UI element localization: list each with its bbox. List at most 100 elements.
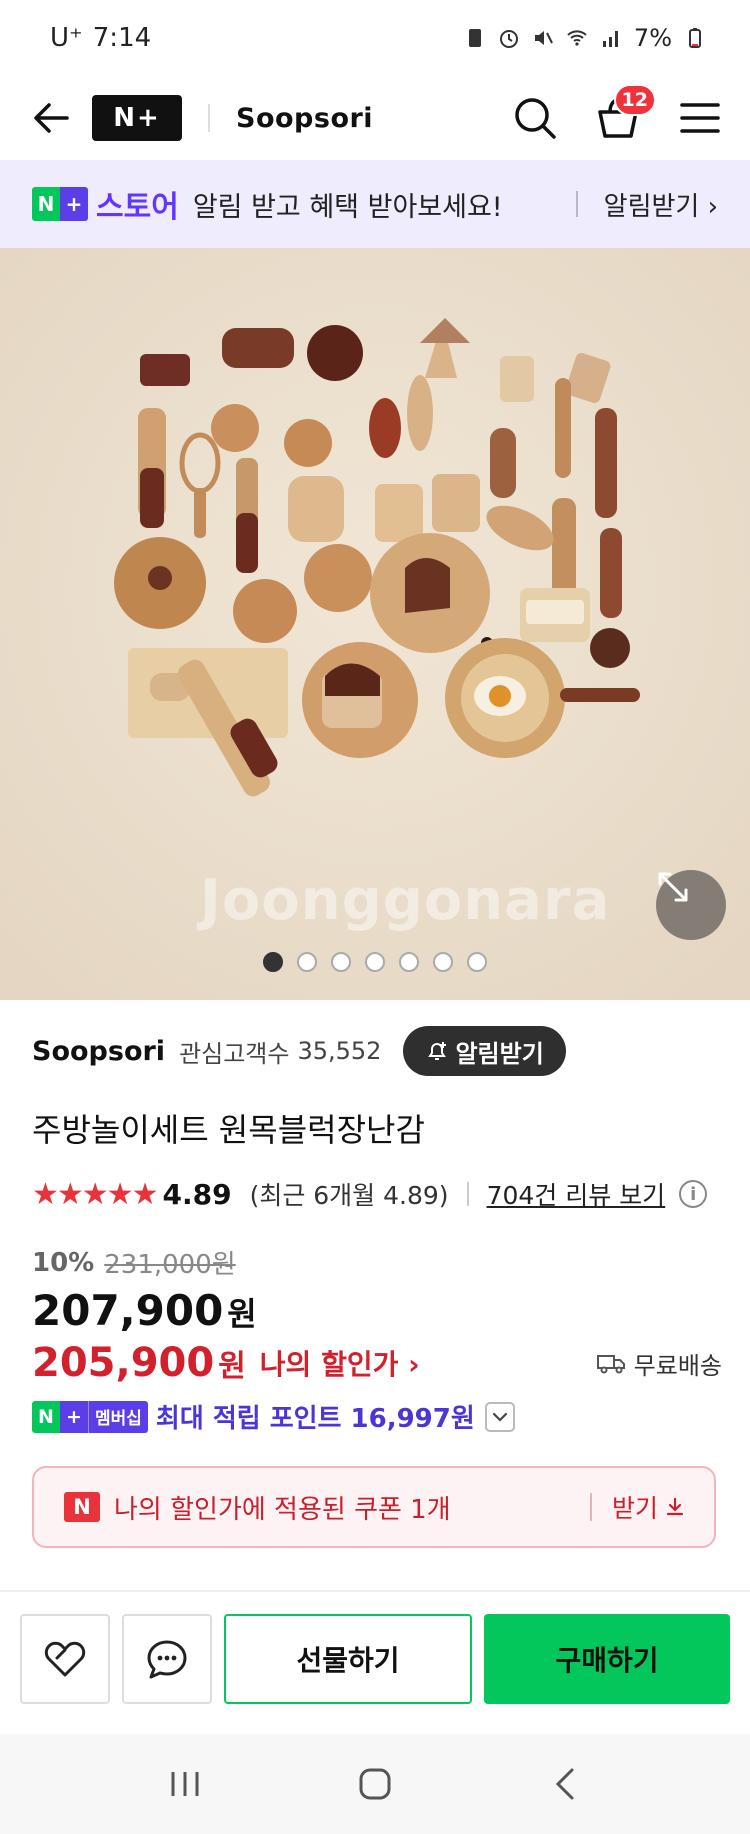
member-chip-n: N xyxy=(32,1400,60,1433)
member-chip-label: 멤버십 xyxy=(88,1400,148,1433)
gallery-dot[interactable] xyxy=(331,952,351,972)
talk-button[interactable] xyxy=(122,1614,212,1704)
gallery-dot[interactable] xyxy=(433,952,453,972)
coupon-divider xyxy=(589,1493,592,1521)
store-name[interactable]: Soopsori xyxy=(236,103,373,134)
sale-price: 207,900 원 xyxy=(32,1286,257,1335)
naver-plus-store-chip: N + xyxy=(32,187,88,221)
coupon-download-label: 받기 xyxy=(611,1494,658,1523)
gallery-dot[interactable] xyxy=(263,952,283,972)
shipping-label: 무료배송 xyxy=(633,1351,722,1380)
original-price-row: 10% 231,000원 xyxy=(32,1244,236,1281)
status-bar: U⁺ 7:14 7% xyxy=(0,0,750,76)
shipping-info: 무료배송 xyxy=(596,1346,722,1381)
banner-subscribe-link[interactable]: 알림받기 › xyxy=(604,186,718,223)
coupon-text: 나의 할인가에 적용된 쿠폰 1개 xyxy=(114,1494,451,1525)
rating-value: 4.89 xyxy=(162,1177,232,1211)
coupon-box[interactable]: N 나의 할인가에 적용된 쿠폰 1개 받기 xyxy=(32,1466,716,1548)
product-title: 주방놀이세트 원목블럭장난감 xyxy=(32,1111,425,1149)
rating-row: ★★★★★ 4.89 (최근 6개월 4.89) 704건 리뷰 보기 i xyxy=(32,1172,722,1216)
banner-divider xyxy=(575,191,578,217)
cart-button[interactable]: 12 xyxy=(592,84,656,144)
battery-percent: 7% xyxy=(633,24,672,52)
chevron-down-icon xyxy=(492,1412,507,1422)
wifi-icon xyxy=(567,30,587,46)
mute-icon xyxy=(534,31,553,45)
sale-price-currency: 원 xyxy=(227,1295,257,1333)
carrier-time: U⁺ 7:14 xyxy=(50,23,151,53)
points-row: N + 멤버십 최대 적립 포인트 16,997원 xyxy=(32,1398,515,1435)
seller-alarm-button[interactable]: 알림받기 xyxy=(403,1026,566,1076)
my-price-row: 205,900 원 나의 할인가 › 무료배송 xyxy=(32,1340,722,1386)
coupon-right: 받기 xyxy=(589,1489,686,1525)
alarm-button-label: 알림받기 xyxy=(455,1039,544,1068)
buy-button[interactable]: 구매하기 xyxy=(484,1614,730,1704)
status-icons: 7% xyxy=(464,24,706,52)
heart-icon xyxy=(44,1641,86,1677)
back-button[interactable] xyxy=(28,95,74,141)
header-divider xyxy=(208,104,210,132)
home-icon xyxy=(359,1768,391,1800)
chip-n: N xyxy=(32,187,60,221)
seller-row: Soopsori 관심고객수 35,552 알림받기 xyxy=(32,1024,722,1078)
naver-n-badge: N xyxy=(64,1492,100,1522)
naver-plus-logo[interactable]: N+ xyxy=(92,95,182,141)
back-arrow-icon xyxy=(34,103,69,133)
rating-divider xyxy=(466,1182,469,1206)
my-discount-price: 205,900 원 xyxy=(32,1340,246,1386)
carrier-label: U⁺ xyxy=(50,23,83,53)
image-watermark: Joonggonara xyxy=(200,868,611,933)
store-notify-banner: N + 스토어 알림 받고 혜택 받아보세요! 알림받기 › xyxy=(0,160,750,248)
clock: 7:14 xyxy=(92,23,152,53)
system-navigation-bar xyxy=(0,1734,750,1834)
expand-icon xyxy=(658,872,688,902)
alarm-icon xyxy=(499,30,518,48)
my-price-value: 205,900 xyxy=(32,1340,215,1386)
purchase-action-bar: 선물하기 구매하기 xyxy=(0,1592,750,1726)
points-expand-button[interactable] xyxy=(484,1401,515,1432)
wishlist-button[interactable] xyxy=(20,1614,110,1704)
gift-button[interactable]: 선물하기 xyxy=(224,1614,472,1704)
download-icon xyxy=(666,1497,684,1516)
membership-chip: N + 멤버십 xyxy=(32,1400,148,1433)
banner-right: 알림받기 › xyxy=(575,186,718,223)
store-word: 스토어 xyxy=(96,190,179,225)
truck-icon xyxy=(596,1355,625,1374)
header-actions: 12 xyxy=(512,84,722,144)
info-icon[interactable]: i xyxy=(679,1180,708,1208)
rating-stars: ★★★★★ xyxy=(32,1176,158,1212)
battery-icon xyxy=(689,28,701,48)
my-price-link[interactable]: 나의 할인가 › xyxy=(260,1343,420,1383)
sale-price-value: 207,900 xyxy=(32,1286,224,1335)
gallery-pagination xyxy=(0,952,750,972)
gallery-dot[interactable] xyxy=(365,952,385,972)
original-price: 231,000원 xyxy=(104,1250,236,1280)
review-link[interactable]: 704건 리뷰 보기 xyxy=(487,1176,666,1212)
home-button[interactable] xyxy=(335,1754,415,1814)
recent-apps-button[interactable] xyxy=(145,1754,225,1814)
coupon-download-button[interactable]: 받기 xyxy=(612,1489,686,1525)
fan-count-label: 관심고객수 xyxy=(179,1039,290,1068)
search-icon[interactable] xyxy=(512,95,558,141)
max-points: 최대 적립 포인트 16,997원 xyxy=(155,1404,475,1434)
seller-name[interactable]: Soopsori xyxy=(32,1036,165,1067)
battery-saver-icon xyxy=(468,29,481,47)
menu-icon[interactable] xyxy=(678,96,722,140)
system-back-button[interactable] xyxy=(525,1754,605,1814)
gallery-dot[interactable] xyxy=(399,952,419,972)
chat-bubble-icon xyxy=(147,1640,187,1679)
chip-plus: + xyxy=(60,187,88,221)
gallery-dot[interactable] xyxy=(297,952,317,972)
cart-count-badge: 12 xyxy=(613,84,656,116)
signal-icon xyxy=(602,31,618,47)
bell-plus-icon xyxy=(428,1042,447,1060)
banner-message: 알림 받고 혜택 받아보세요! xyxy=(192,191,503,223)
app-header: N+ Soopsori 12 xyxy=(0,76,750,160)
expand-image-button[interactable] xyxy=(656,870,726,940)
member-chip-plus: + xyxy=(60,1400,88,1433)
recent-apps-icon xyxy=(171,1772,199,1796)
discount-rate: 10% xyxy=(32,1247,95,1278)
chevron-left-icon xyxy=(555,1768,574,1800)
gallery-dot[interactable] xyxy=(467,952,487,972)
product-image-gallery[interactable]: Joonggonara xyxy=(0,248,750,1000)
